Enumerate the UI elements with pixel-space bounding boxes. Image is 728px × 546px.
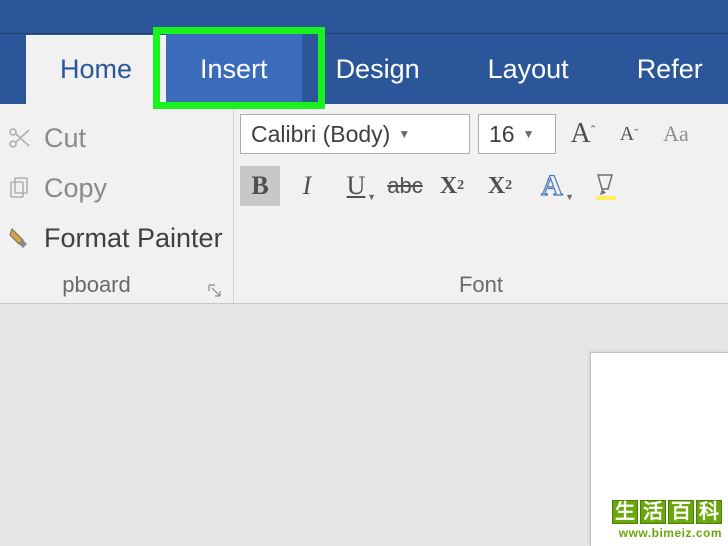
chevron-down-icon: ▼: [367, 192, 376, 202]
font-name-value: Calibri (Body): [251, 121, 390, 148]
watermark-char: 生: [612, 500, 638, 524]
strikethrough-button[interactable]: abc: [386, 166, 424, 206]
clipboard-dialog-launcher[interactable]: [207, 279, 225, 297]
tab-references[interactable]: Refer: [603, 34, 703, 104]
group-font: Calibri (Body) ▼ 16 ▼ Aˆ Aˇ Aa B I U▼ ab…: [234, 104, 728, 303]
tab-home[interactable]: Home: [26, 35, 166, 105]
up-caret-icon: ˆ: [591, 124, 596, 140]
bold-button[interactable]: B: [240, 166, 280, 206]
tab-insert[interactable]: Insert: [166, 34, 302, 104]
watermark-char: 百: [668, 500, 694, 524]
clipboard-group-label: pboard: [62, 272, 131, 298]
ribbon: Cut Copy Format Painter pboard: [0, 104, 728, 304]
copy-label: Copy: [44, 173, 107, 204]
underline-button[interactable]: U▼: [334, 166, 378, 206]
watermark-char: 活: [640, 500, 666, 524]
font-group-label: Font: [459, 272, 503, 298]
format-painter-label: Format Painter: [44, 223, 223, 254]
font-size-combo[interactable]: 16 ▼: [478, 114, 556, 154]
copy-icon: [6, 175, 32, 201]
shrink-font-button[interactable]: Aˇ: [610, 114, 648, 154]
cut-button[interactable]: Cut: [2, 114, 223, 162]
copy-button[interactable]: Copy: [2, 164, 223, 212]
cut-label: Cut: [44, 123, 86, 154]
grow-font-button[interactable]: Aˆ: [564, 114, 602, 154]
superscript-button[interactable]: X2: [480, 166, 520, 206]
chevron-down-icon: ▼: [398, 127, 410, 141]
italic-button[interactable]: I: [288, 166, 326, 206]
subscript-button[interactable]: X2: [432, 166, 472, 206]
chevron-down-icon: ▼: [565, 192, 574, 202]
ribbon-tabs: Home Insert Design Layout Refer: [0, 34, 728, 104]
title-bar: [0, 0, 728, 34]
format-painter-button[interactable]: Format Painter: [2, 214, 223, 262]
paintbrush-icon: [6, 225, 32, 251]
group-clipboard: Cut Copy Format Painter pboard: [0, 104, 234, 303]
font-name-combo[interactable]: Calibri (Body) ▼: [240, 114, 470, 154]
chevron-down-icon: ▼: [523, 127, 535, 141]
watermark-char: 科: [696, 500, 722, 524]
change-case-button[interactable]: Aa: [656, 114, 696, 154]
highlight-button[interactable]: [584, 166, 628, 206]
down-caret-icon: ˇ: [634, 126, 638, 141]
text-effects-button[interactable]: A▼: [528, 166, 576, 206]
tab-design[interactable]: Design: [302, 34, 454, 104]
tab-layout[interactable]: Layout: [454, 34, 603, 104]
scissors-icon: [6, 125, 32, 151]
watermark: 生 活 百 科 www.bimeiz.com: [612, 500, 722, 540]
watermark-url: www.bimeiz.com: [612, 526, 722, 540]
font-size-value: 16: [489, 121, 515, 148]
